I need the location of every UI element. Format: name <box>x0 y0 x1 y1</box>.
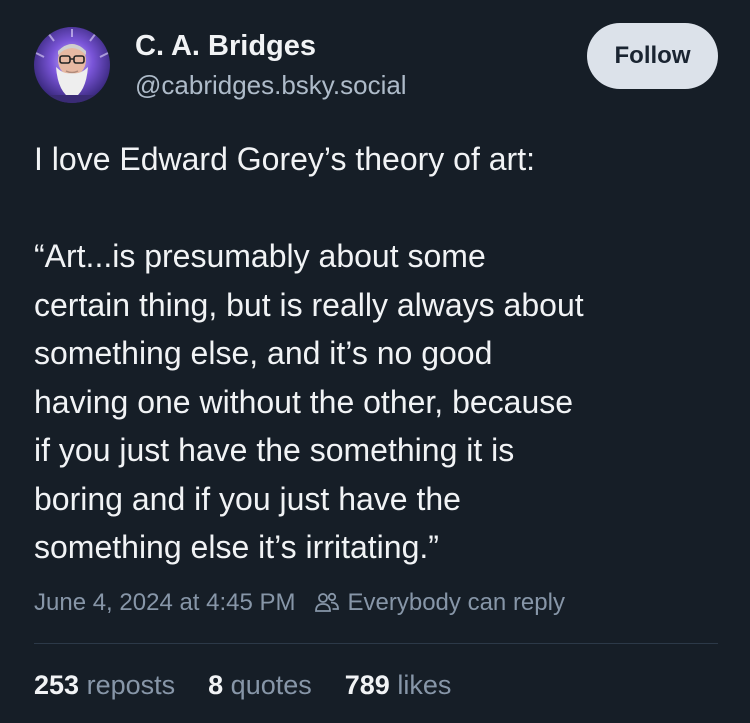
divider <box>34 643 718 644</box>
quotes-stat[interactable]: 8 quotes <box>208 667 312 703</box>
reposts-count: 253 <box>34 670 80 700</box>
author-avatar[interactable] <box>34 27 110 103</box>
post-line: if you just have the something it is <box>34 432 515 468</box>
post-line: “Art...is presumably about some <box>34 238 486 274</box>
post-meta: June 4, 2024 at 4:45 PM Everybody can re… <box>34 587 565 619</box>
post-text: I love Edward Gorey’s theory of art: “Ar… <box>34 135 734 572</box>
post-timestamp[interactable]: June 4, 2024 at 4:45 PM <box>34 587 296 619</box>
follow-button[interactable]: Follow <box>587 23 718 89</box>
post-line: certain thing, but is really always abou… <box>34 286 584 323</box>
reposts-label: reposts <box>86 670 176 700</box>
post-line: having one without the other, because <box>34 383 574 420</box>
post-line-blank <box>34 184 734 233</box>
post-line: something else, and it’s no good <box>34 335 493 371</box>
likes-count: 789 <box>344 670 390 700</box>
post-line: something else it’s irritating.” <box>34 529 439 565</box>
post-stats: 253 reposts 8 quotes 789 likes <box>34 667 484 703</box>
quotes-count: 8 <box>208 670 224 700</box>
reposts-stat[interactable]: 253 reposts <box>34 667 175 703</box>
likes-stat[interactable]: 789 likes <box>345 667 452 703</box>
author-name[interactable]: C. A. Bridges <box>135 28 316 64</box>
post-line: I love Edward Gorey’s theory of art: <box>34 141 535 177</box>
reply-setting[interactable]: Everybody can reply <box>348 587 565 619</box>
author-handle[interactable]: @cabridges.bsky.social <box>135 68 407 102</box>
quotes-label: quotes <box>230 670 312 700</box>
people-icon <box>314 590 340 616</box>
post-card: C. A. Bridges @cabridges.bsky.social Fol… <box>0 0 750 723</box>
post-line: boring and if you just have the <box>34 480 461 517</box>
likes-label: likes <box>397 670 452 700</box>
user-avatar-icon <box>34 27 110 103</box>
